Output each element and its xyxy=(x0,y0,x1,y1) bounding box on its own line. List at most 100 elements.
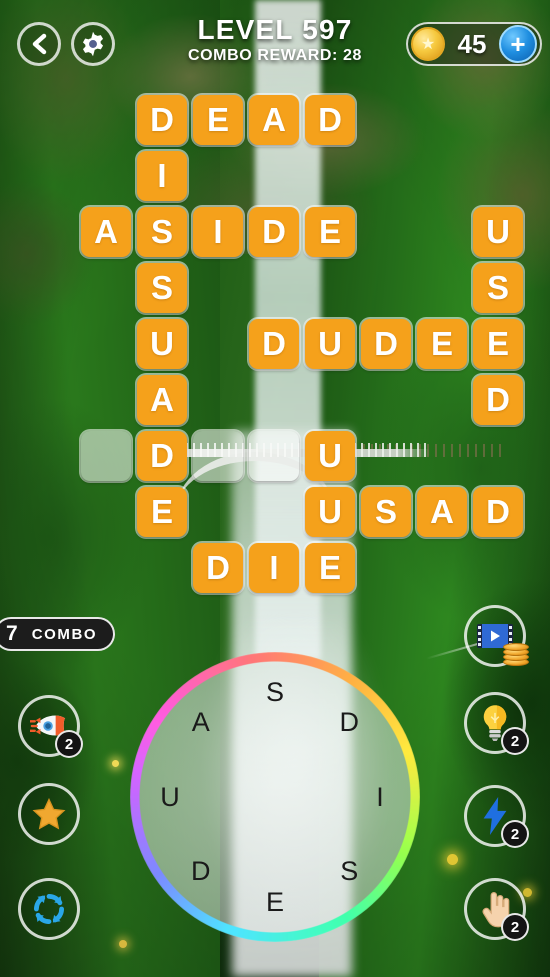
wheel-letter[interactable]: S xyxy=(258,675,292,709)
grid-cell xyxy=(246,484,302,540)
wheel-letter[interactable]: S xyxy=(332,854,366,888)
grid-cell: S xyxy=(134,260,190,316)
grid-row: UDUDEE xyxy=(78,316,526,372)
grid-cell xyxy=(358,204,414,260)
grid-tile-empty xyxy=(249,431,299,481)
grid-cell xyxy=(358,428,414,484)
lightning-powerup-badge: 2 xyxy=(501,820,529,848)
grid-cell: U xyxy=(302,316,358,372)
grid-cell xyxy=(414,148,470,204)
header-bar: LEVEL 597 COMBO REWARD: 28 ★ 45 + xyxy=(0,0,550,80)
grid-tile-letter: S xyxy=(361,487,411,537)
grid-tile-empty xyxy=(193,431,243,481)
hint-powerup-badge: 2 xyxy=(501,727,529,755)
grid-cell: E xyxy=(302,204,358,260)
grid-tile-letter: A xyxy=(417,487,467,537)
grid-cell: A xyxy=(78,204,134,260)
wheel-letter[interactable]: A xyxy=(184,706,218,740)
grid-cell xyxy=(358,372,414,428)
grid-cell xyxy=(78,260,134,316)
grid-tile-letter: D xyxy=(137,431,187,481)
grid-cell xyxy=(358,148,414,204)
grid-tile-letter: E xyxy=(305,207,355,257)
grid-tile-letter: D xyxy=(137,95,187,145)
grid-cell xyxy=(470,92,526,148)
star-icon xyxy=(32,797,66,831)
grid-cell: S xyxy=(358,484,414,540)
rocket-powerup[interactable]: 2 xyxy=(18,695,83,758)
grid-cell: I xyxy=(134,148,190,204)
wheel-letter[interactable]: U xyxy=(153,780,187,814)
grid-tile-letter: D xyxy=(361,319,411,369)
grid-cell: U xyxy=(134,316,190,372)
video-coins-button[interactable] xyxy=(464,605,529,667)
grid-cell: D xyxy=(246,316,302,372)
grid-cell: D xyxy=(190,540,246,596)
grid-cell: S xyxy=(134,204,190,260)
grid-row: AD xyxy=(78,372,526,428)
grid-tile-letter: D xyxy=(305,95,355,145)
grid-tile-letter: U xyxy=(305,487,355,537)
lightning-powerup[interactable]: 2 xyxy=(464,785,529,848)
grid-tile-letter: S xyxy=(137,207,187,257)
grid-cell: D xyxy=(134,428,190,484)
wheel-letter[interactable]: D xyxy=(184,854,218,888)
grid-cell xyxy=(134,540,190,596)
shuffle-powerup[interactable] xyxy=(18,878,80,940)
coin-count: 45 xyxy=(457,28,487,59)
grid-cell xyxy=(246,428,302,484)
grid-cell: S xyxy=(470,260,526,316)
grid-cell xyxy=(78,148,134,204)
grid-cell xyxy=(190,484,246,540)
grid-cell xyxy=(302,260,358,316)
wheel-letter[interactable]: I xyxy=(363,780,397,814)
grid-cell: D xyxy=(470,372,526,428)
grid-tile-letter: S xyxy=(473,263,523,313)
grid-cell xyxy=(246,372,302,428)
grid-cell xyxy=(190,148,246,204)
grid-tile-letter: A xyxy=(137,375,187,425)
grid-cell xyxy=(414,428,470,484)
grid-cell xyxy=(78,540,134,596)
grid-cell xyxy=(78,316,134,372)
star-coin-icon: ★ xyxy=(411,27,445,61)
grid-cell: E xyxy=(414,316,470,372)
combo-badge: 7 COMBO xyxy=(0,617,116,651)
grid-cell: D xyxy=(134,92,190,148)
grid-tile-letter: U xyxy=(305,431,355,481)
grid-cell xyxy=(414,540,470,596)
add-coins-button[interactable]: + xyxy=(499,25,537,63)
letter-wheel[interactable]: S D I S E D U A xyxy=(130,652,420,942)
grid-cell: D xyxy=(246,204,302,260)
grid-cell xyxy=(302,372,358,428)
grid-tile-letter: D xyxy=(249,207,299,257)
grid-row: SS xyxy=(78,260,526,316)
grid-tile-letter: A xyxy=(249,95,299,145)
combo-count: 7 xyxy=(6,622,18,645)
tap-powerup[interactable]: 2 xyxy=(464,878,529,941)
grid-cell: D xyxy=(470,484,526,540)
hint-powerup[interactable]: 2 xyxy=(464,692,529,755)
grid-tile-letter: I xyxy=(193,207,243,257)
grid-cell: E xyxy=(134,484,190,540)
wheel-letter[interactable]: E xyxy=(258,885,292,919)
wheel-letter[interactable]: D xyxy=(332,706,366,740)
grid-row: DU xyxy=(78,428,526,484)
coin-balance-bar[interactable]: ★ 45 + xyxy=(406,22,542,66)
grid-cell xyxy=(190,316,246,372)
star-powerup[interactable] xyxy=(18,783,80,845)
grid-tile-letter: E xyxy=(473,319,523,369)
grid-cell xyxy=(190,428,246,484)
grid-cell xyxy=(414,372,470,428)
grid-cell: D xyxy=(358,316,414,372)
grid-cell xyxy=(78,428,134,484)
grid-cell xyxy=(470,540,526,596)
grid-cell xyxy=(470,428,526,484)
grid-tile-letter: D xyxy=(473,375,523,425)
grid-cell: I xyxy=(190,204,246,260)
grid-tile-letter: D xyxy=(249,319,299,369)
crossword-grid: DEADIASIDEUSSUDUDEEADDUEUSADDIE xyxy=(78,92,526,596)
grid-cell: E xyxy=(302,540,358,596)
coin-stack-icon xyxy=(501,642,531,666)
grid-tile-letter: E xyxy=(193,95,243,145)
